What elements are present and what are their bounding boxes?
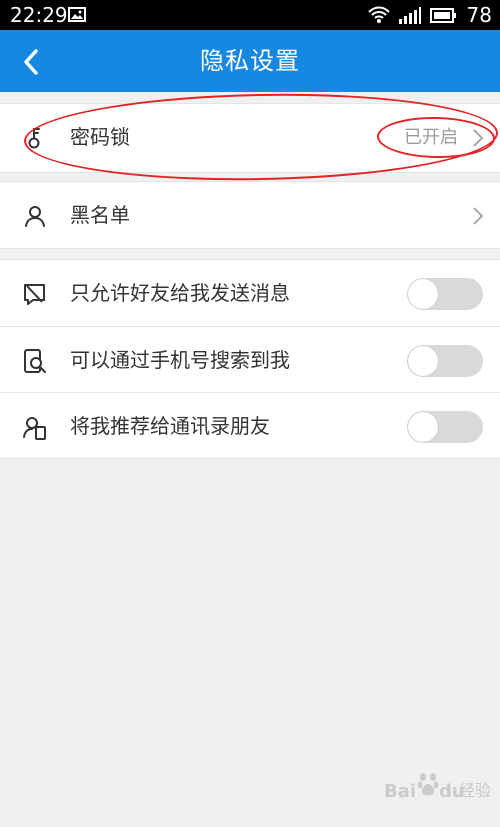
page-title: 隐私设置	[200, 47, 300, 75]
recommend-contacts-row[interactable]: 将我推荐给通讯录朋友	[0, 392, 500, 458]
blacklist-label: 黑名单	[70, 203, 130, 227]
battery-icon	[429, 7, 456, 23]
signal-icon	[398, 7, 421, 24]
key-icon	[28, 128, 40, 149]
paw-icon	[417, 773, 439, 796]
password-lock-status: 已开启	[404, 127, 458, 148]
watermark-experience: 经验	[459, 781, 492, 800]
phone-search-label: 可以通过手机号搜索到我	[70, 348, 290, 372]
chevron-left-icon	[24, 49, 38, 75]
password-lock-section: 密码锁 已开启	[0, 103, 500, 173]
baidu-jingyan-watermark: Bai du 经验	[379, 771, 491, 819]
wifi-icon	[367, 6, 390, 23]
status-time: 22:29	[10, 3, 68, 27]
status-bar: 22:29 78	[0, 0, 500, 30]
back-button[interactable]	[13, 44, 49, 80]
blacklist-row[interactable]: 黑名单	[0, 182, 500, 248]
image-icon	[68, 7, 86, 22]
privacy-options-section: 只允许好友给我发送消息 可以通过手机号搜索到我 将我推荐给通讯录朋友	[0, 259, 500, 459]
chevron-right-icon	[473, 129, 484, 147]
chevron-right-icon	[473, 207, 484, 225]
status-indicators: 78	[367, 3, 492, 27]
navigation-bar: 隐私设置	[0, 30, 500, 92]
privacy-settings-screen: 22:29 78 隐私设置 密码锁 已开启 黑名单 只允许好友给我发送消息 可以…	[0, 0, 500, 827]
friends-only-message-row[interactable]: 只允许好友给我发送消息	[0, 260, 500, 326]
recommend-contacts-label: 将我推荐给通讯录朋友	[70, 414, 270, 438]
recommend-contacts-toggle[interactable]	[407, 411, 483, 443]
password-lock-row[interactable]: 密码锁 已开启	[0, 104, 500, 172]
phone-search-toggle[interactable]	[407, 345, 483, 377]
phone-search-row[interactable]: 可以通过手机号搜索到我	[0, 326, 500, 392]
user-icon	[25, 206, 45, 227]
battery-level: 78	[466, 3, 492, 27]
toggle-knob	[408, 279, 438, 309]
password-lock-label: 密码锁	[70, 125, 130, 149]
watermark-brand-left: Bai	[384, 781, 417, 802]
message-block-icon	[24, 284, 45, 305]
phone-search-icon	[24, 349, 46, 373]
friends-only-message-label: 只允许好友给我发送消息	[70, 281, 290, 305]
toggle-knob	[408, 412, 438, 442]
friends-only-message-toggle[interactable]	[407, 278, 483, 310]
contact-phone-icon	[23, 417, 46, 440]
blacklist-section: 黑名单	[0, 181, 500, 249]
toggle-knob	[408, 346, 438, 376]
